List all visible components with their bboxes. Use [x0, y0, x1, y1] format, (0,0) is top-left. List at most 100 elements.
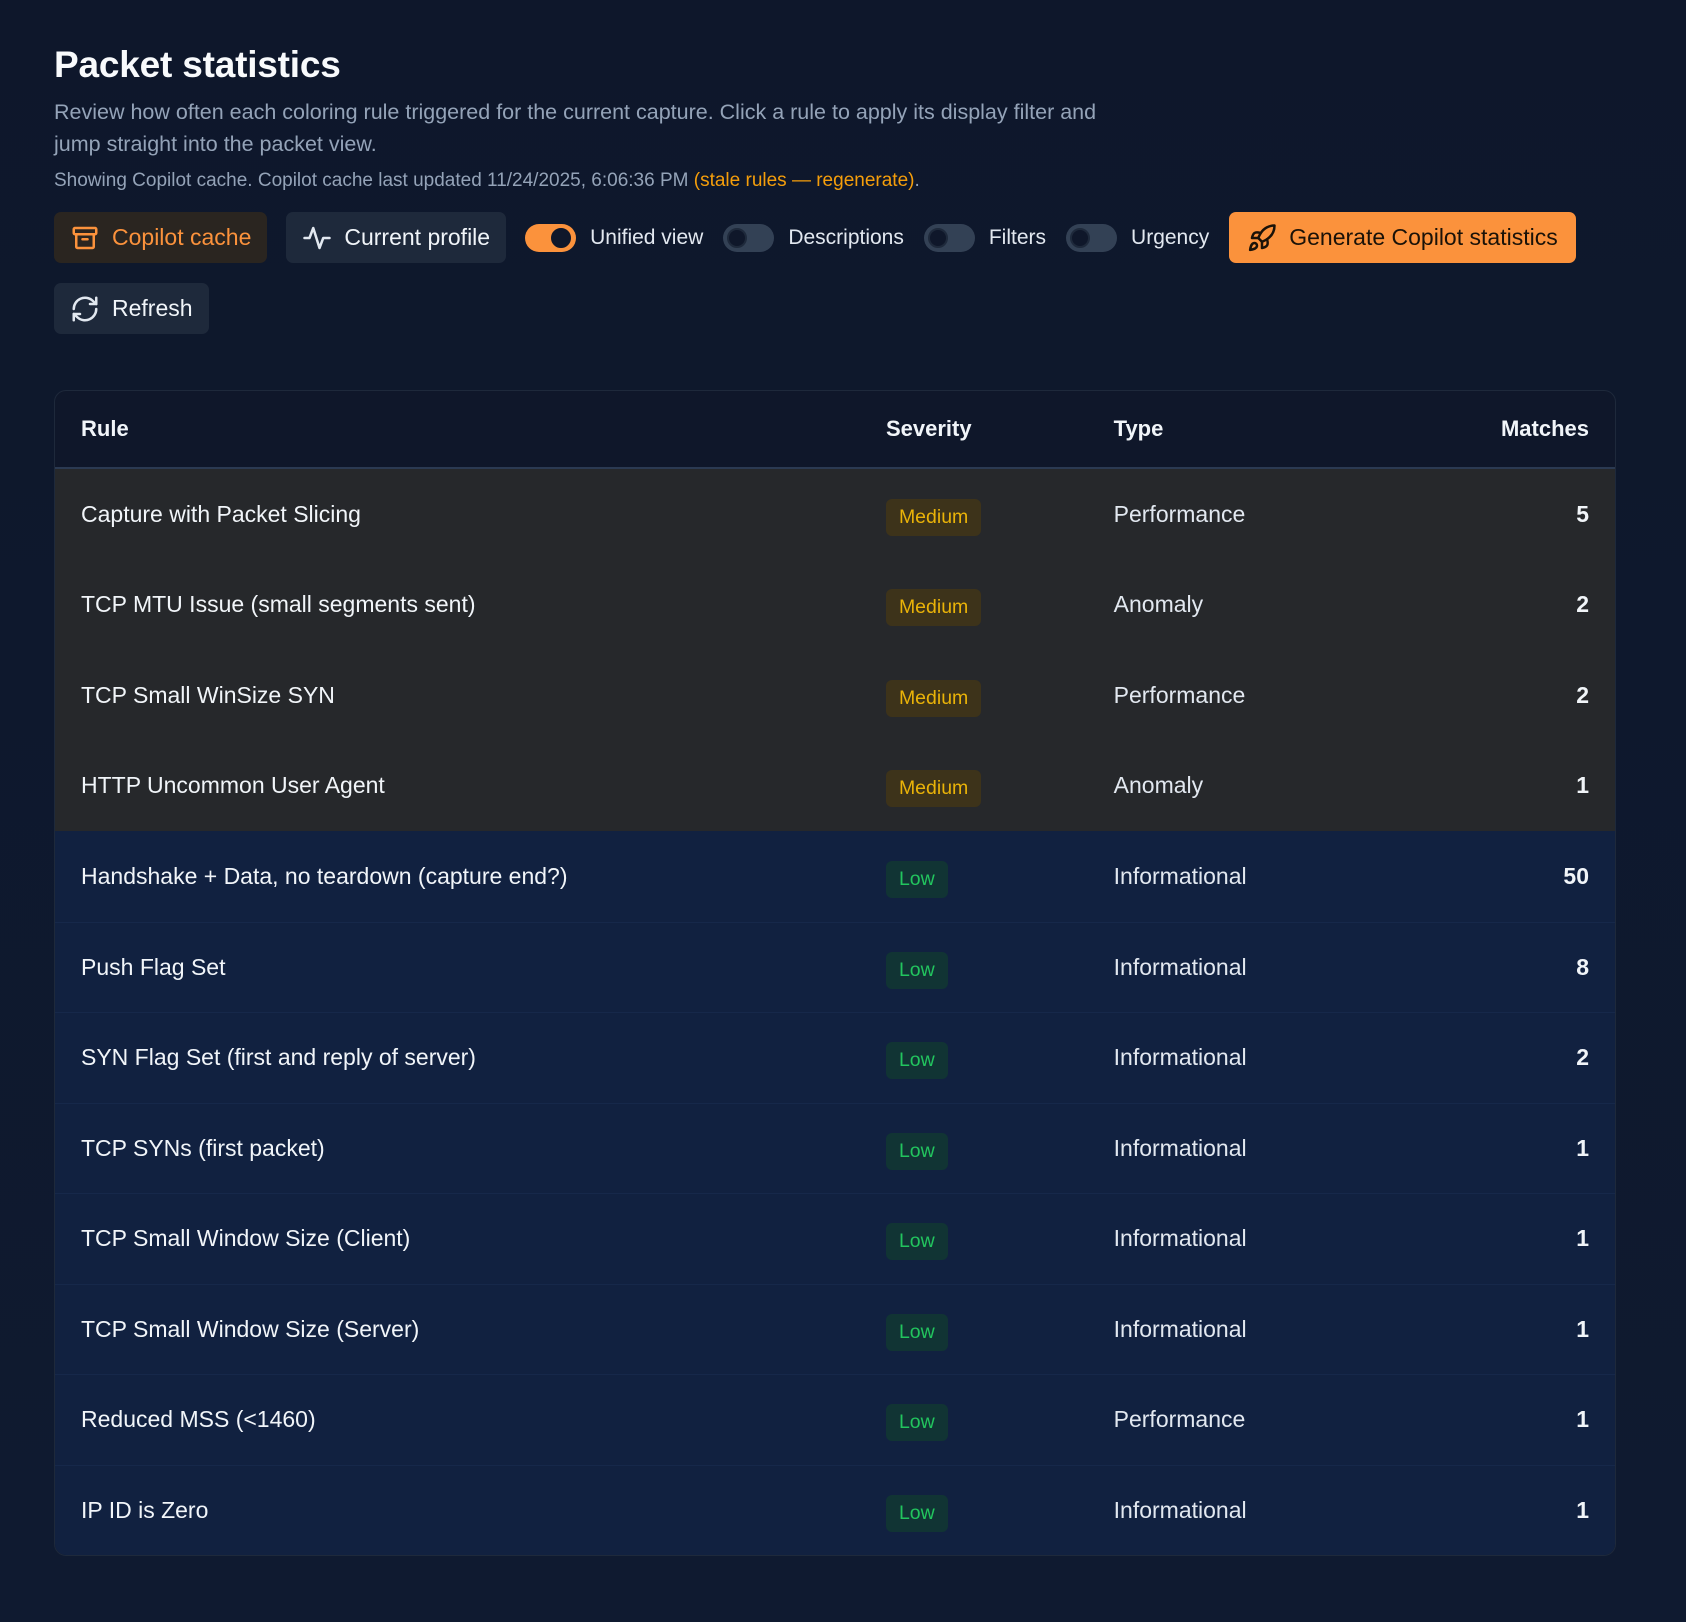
severity-cell: Low [885, 1401, 1114, 1442]
header-matches[interactable]: Matches [1443, 416, 1615, 442]
severity-cell: Low [885, 858, 1114, 898]
severity-badge: Medium [885, 770, 982, 808]
table-row[interactable]: Capture with Packet Slicing Medium Perform… [55, 469, 1615, 560]
rule-name: Reduced MSS (<1460) [81, 1406, 316, 1433]
severity-badge: Medium [885, 679, 982, 717]
toggle-descriptions[interactable]: Descriptions [723, 223, 904, 252]
type-cell: Anomaly [1113, 591, 1204, 618]
matches-cell: 1 [1576, 1225, 1590, 1252]
unified-view-switch[interactable] [525, 223, 577, 252]
rule-name: TCP MTU Issue (small segments sent) [81, 591, 476, 618]
type-cell: Informational [1113, 1496, 1247, 1523]
rule-name: TCP Small Window Size (Server) [81, 1315, 420, 1342]
severity-cell: Medium [885, 677, 1114, 717]
unified-view-label: Unified view [590, 225, 704, 249]
severity-cell: Low [885, 1039, 1114, 1080]
filters-label: Filters [988, 225, 1047, 249]
type-cell: Informational [1113, 1315, 1247, 1342]
severity-badge: Low [885, 1132, 948, 1170]
severity-cell: Low [885, 949, 1114, 989]
severity-badge: Low [885, 860, 948, 898]
matches-cell: 5 [1576, 500, 1590, 527]
severity-cell: Low [885, 1130, 1114, 1170]
table-row[interactable]: TCP SYNs (first packet) Low Informational 1 [55, 1102, 1615, 1193]
filters-switch[interactable] [923, 223, 975, 252]
table-row[interactable]: HTTP Uncommon User Agent Medium Anomaly 1 [55, 740, 1615, 831]
toggle-urgency[interactable]: Urgency [1066, 223, 1210, 252]
rule-name: TCP Small WinSize SYN [81, 681, 335, 708]
type-cell: Informational [1113, 1134, 1247, 1161]
type-cell: Anomaly [1113, 772, 1204, 799]
matches-cell: 1 [1576, 1496, 1590, 1523]
table-row[interactable]: TCP Small Window Size (Server) Low Informa… [55, 1283, 1615, 1374]
header-rule[interactable]: Rule [55, 416, 886, 442]
severity-cell: Medium [885, 767, 1114, 808]
cache-status-suffix: . [914, 170, 920, 191]
rule-name: Handshake + Data, no teardown (capture e… [81, 862, 568, 889]
header-severity[interactable]: Severity [886, 416, 1114, 442]
urgency-label: Urgency [1131, 225, 1210, 249]
cache-status-text: Showing Copilot cache. Copilot cache las… [54, 170, 689, 191]
matches-cell: 50 [1563, 862, 1590, 889]
matches-cell: 1 [1576, 1406, 1590, 1433]
table-row[interactable]: Handshake + Data, no teardown (capture e… [55, 831, 1615, 922]
table-body: Capture with Packet Slicing Medium Perform… [55, 469, 1615, 1555]
matches-cell: 2 [1576, 1044, 1590, 1071]
header-type[interactable]: Type [1114, 416, 1444, 442]
matches-cell: 2 [1576, 681, 1590, 708]
copilot-cache-button[interactable]: Copilot cache [54, 212, 268, 263]
table-row[interactable]: TCP Small WinSize SYN Medium Performance 2 [55, 650, 1615, 741]
type-cell: Performance [1113, 1406, 1246, 1433]
rule-name: HTTP Uncommon User Agent [81, 772, 385, 799]
severity-badge: Medium [885, 589, 982, 627]
descriptions-switch[interactable] [723, 223, 775, 252]
table-header: Rule Severity Type Matches [55, 391, 1615, 469]
toggle-filters[interactable]: Filters [923, 223, 1047, 252]
activity-icon [303, 226, 332, 249]
severity-badge: Low [885, 951, 948, 989]
refresh-icon [72, 296, 98, 321]
cache-status: Showing Copilot cache. Copilot cache las… [54, 168, 1616, 194]
severity-badge: Low [885, 1223, 948, 1261]
page-description: Review how often each coloring rule trig… [54, 100, 1097, 156]
table-row[interactable]: Push Flag Set Low Informational 8 [55, 921, 1615, 1012]
stale-rules-link[interactable]: (stale rules — regenerate) [694, 170, 915, 191]
generate-label: Generate Copilot statistics [1289, 224, 1558, 250]
table-row[interactable]: Reduced MSS (<1460) Low Performance 1 [55, 1374, 1615, 1465]
matches-cell: 1 [1576, 1315, 1590, 1342]
current-profile-button[interactable]: Current profile [286, 212, 507, 263]
severity-badge: Low [885, 1494, 948, 1532]
rocket-icon [1249, 223, 1276, 251]
severity-cell: Low [885, 1220, 1114, 1261]
archive-icon [72, 226, 98, 249]
type-cell: Performance [1113, 681, 1246, 708]
generate-copilot-statistics-button[interactable]: Generate Copilot statistics [1229, 212, 1576, 263]
severity-badge: Medium [885, 498, 982, 536]
rule-name: TCP Small Window Size (Client) [81, 1225, 411, 1252]
page-title: Packet statistics [54, 44, 341, 85]
type-cell: Informational [1113, 1044, 1247, 1071]
copilot-cache-label: Copilot cache [112, 224, 252, 250]
matches-cell: 1 [1576, 1134, 1590, 1161]
severity-badge: Low [885, 1313, 948, 1351]
type-cell: Informational [1113, 862, 1247, 889]
refresh-button[interactable]: Refresh [54, 283, 209, 334]
severity-cell: Low [885, 1311, 1114, 1351]
statistics-table: Rule Severity Type Matches Capture with … [54, 390, 1616, 1556]
rule-name: TCP SYNs (first packet) [81, 1134, 325, 1161]
matches-cell: 8 [1576, 953, 1590, 980]
rule-name: Capture with Packet Slicing [81, 500, 361, 527]
toggle-unified-view[interactable]: Unified view [525, 223, 704, 252]
matches-cell: 2 [1576, 591, 1590, 618]
table-row[interactable]: IP ID is Zero Low Informational 1 [55, 1464, 1615, 1555]
rule-name: Push Flag Set [81, 953, 226, 980]
severity-cell: Medium [885, 496, 1114, 536]
type-cell: Performance [1113, 500, 1246, 527]
table-row[interactable]: TCP MTU Issue (small segments sent) Mediu… [55, 559, 1615, 650]
severity-cell: Medium [885, 586, 1114, 627]
type-cell: Informational [1113, 1225, 1247, 1252]
table-row[interactable]: SYN Flag Set (first and reply of server)… [55, 1012, 1615, 1103]
urgency-switch[interactable] [1066, 223, 1118, 252]
toolbar: Copilot cache Current profile Unified vi… [54, 212, 1624, 334]
table-row[interactable]: TCP Small Window Size (Client) Low Informa… [55, 1193, 1615, 1284]
